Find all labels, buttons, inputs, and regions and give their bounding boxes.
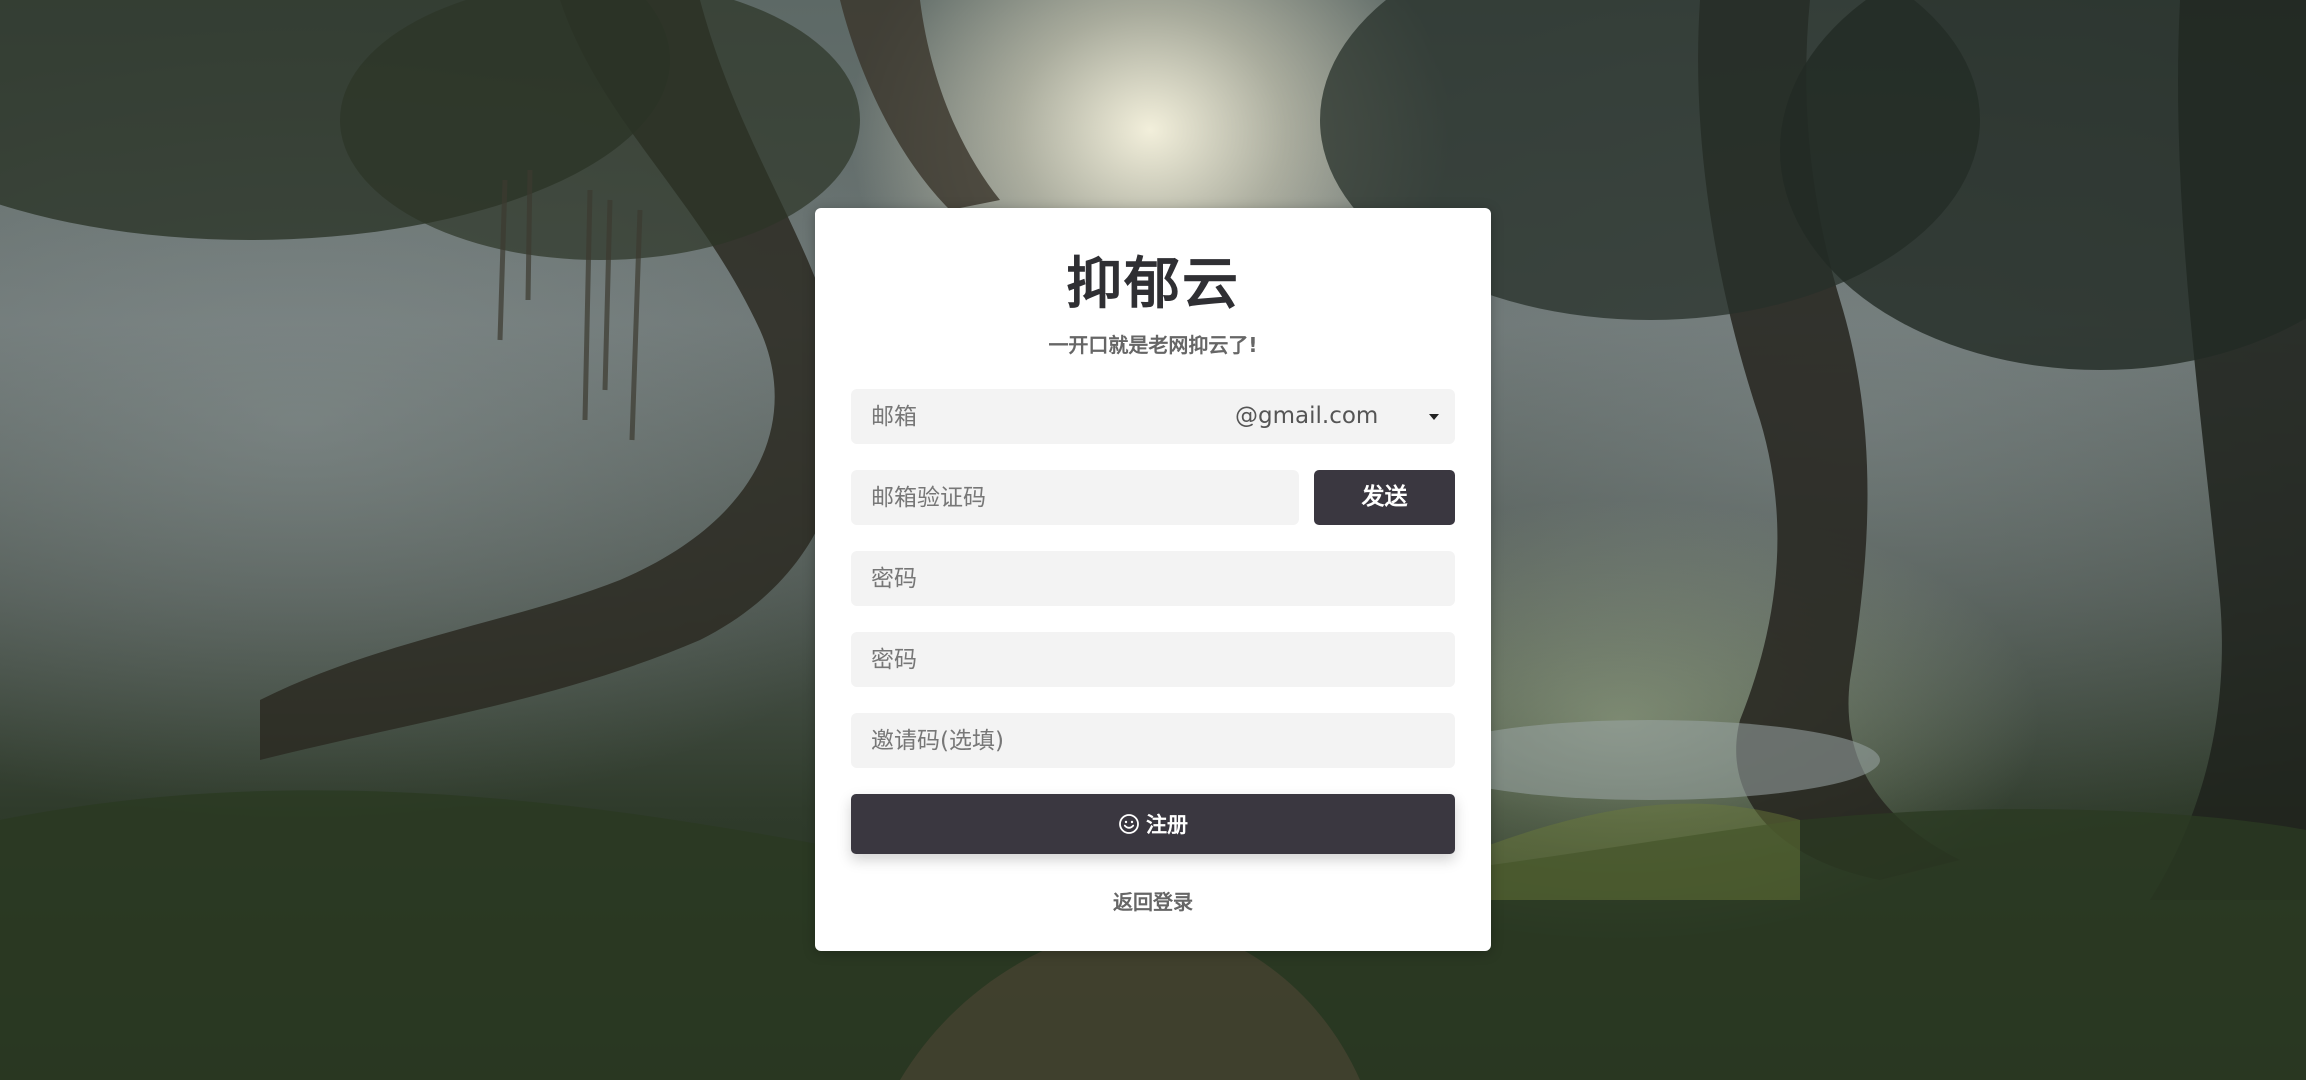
password-confirm-field-wrapper (851, 632, 1455, 687)
register-button-label: 注册 (1146, 813, 1188, 837)
password-field-wrapper (851, 551, 1455, 606)
app-title: 抑郁云 (1066, 252, 1240, 317)
code-field-wrapper (851, 470, 1299, 525)
caret-down-icon (1429, 414, 1439, 420)
email-field-wrapper: @gmail.com (851, 389, 1455, 444)
smile-icon (1119, 814, 1139, 834)
invite-code-input[interactable] (851, 713, 1455, 768)
back-to-login-link[interactable]: 返回登录 (815, 886, 1491, 915)
app-subtitle: 一开口就是老网抑云了! (1048, 333, 1258, 357)
email-code-input[interactable] (851, 470, 1299, 525)
register-card: 抑郁云 一开口就是老网抑云了! @gmail.com 发送 注册 返回登录 (815, 208, 1491, 951)
password-confirm-input[interactable] (851, 632, 1455, 687)
send-code-button[interactable]: 发送 (1314, 470, 1455, 525)
invite-field-wrapper (851, 713, 1455, 768)
email-domain-select[interactable]: @gmail.com (1235, 389, 1455, 444)
register-button[interactable]: 注册 (851, 794, 1455, 854)
email-domain-value: @gmail.com (1235, 403, 1379, 429)
password-input[interactable] (851, 551, 1455, 606)
